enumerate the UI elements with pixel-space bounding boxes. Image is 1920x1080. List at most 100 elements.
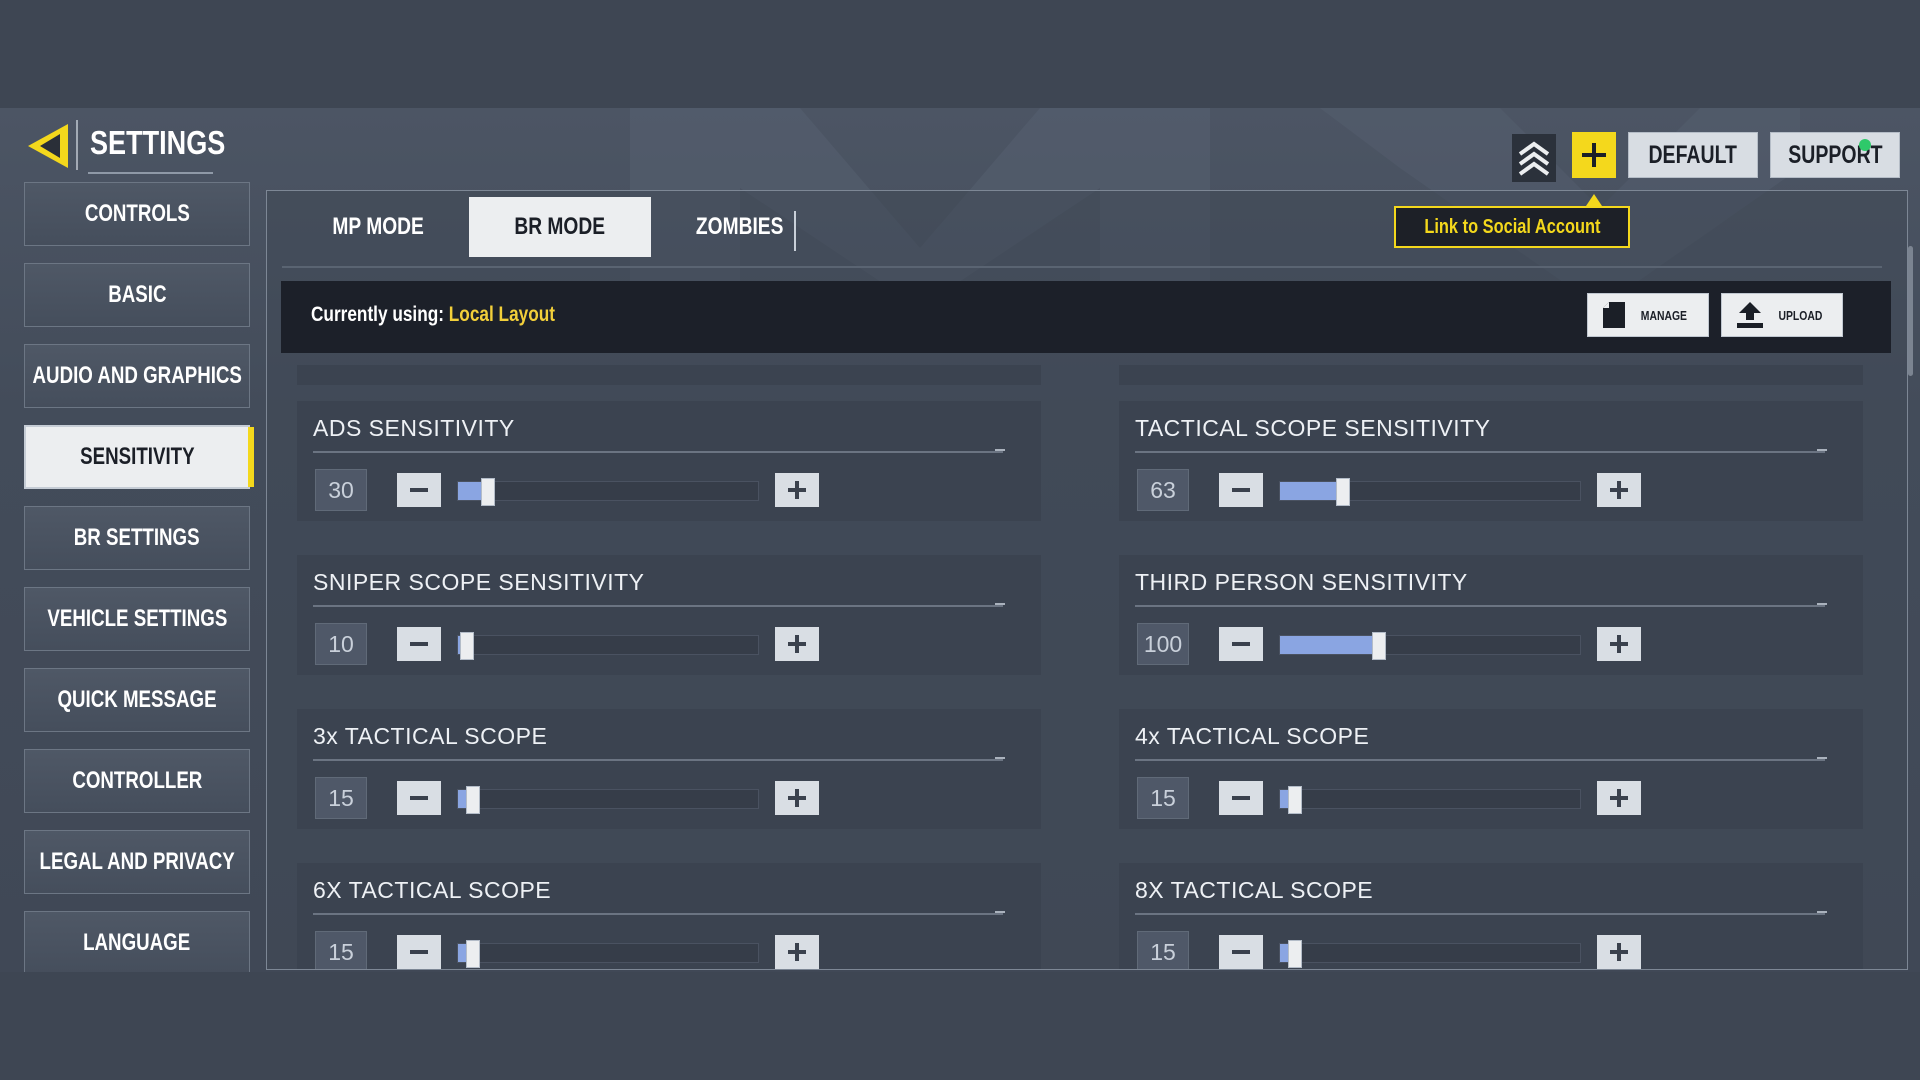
increase-button[interactable] <box>775 627 819 661</box>
setting-divider <box>1135 913 1825 915</box>
increase-button[interactable] <box>775 473 819 507</box>
setting-card-third-person-sensitivity: THIRD PERSON SENSITIVITY 100 <box>1119 555 1863 675</box>
setting-card-3x-tactical-scope: 3x TACTICAL SCOPE 15 <box>297 709 1041 829</box>
setting-divider-end <box>1817 911 1827 913</box>
sidebar-item-label: QUICK MESSAGE <box>57 686 217 713</box>
sidebar-item-controls[interactable]: CONTROLS <box>24 182 250 246</box>
sidebar-item-label: CONTROLS <box>84 200 190 227</box>
setting-title: 3x TACTICAL SCOPE <box>313 723 548 749</box>
plus-icon <box>1610 789 1628 807</box>
sidebar-item-label: VEHICLE SETTINGS <box>47 605 227 632</box>
sidebar-item-br-settings[interactable]: BR SETTINGS <box>24 506 250 570</box>
default-button-label: DEFAULT <box>1648 140 1738 169</box>
game-frame: SETTINGS CONTROLS BASIC AUDIO AND GRAPHICS… <box>0 108 1920 972</box>
setting-card-6x-tactical-scope: 6X TACTICAL SCOPE 15 <box>297 863 1041 969</box>
sidebar-item-quick-message[interactable]: QUICK MESSAGE <box>24 668 250 732</box>
setting-divider-end <box>1817 757 1827 759</box>
plus-icon <box>788 789 806 807</box>
setting-value-input[interactable]: 100 <box>1137 623 1189 665</box>
slider-fill <box>1280 482 1343 500</box>
increase-button[interactable] <box>775 781 819 815</box>
setting-value-input[interactable]: 30 <box>315 469 367 511</box>
sidebar-item-language[interactable]: LANGUAGE <box>24 911 250 972</box>
layout-bar: Currently using: Local Layout MANAGE UPL… <box>281 281 1891 353</box>
decrease-button[interactable] <box>397 627 441 661</box>
slider-thumb[interactable] <box>1288 786 1302 814</box>
setting-card-partial <box>1119 365 1863 385</box>
link-account-plus-button[interactable] <box>1572 132 1616 178</box>
decrease-button[interactable] <box>1219 781 1263 815</box>
setting-value-input[interactable]: 15 <box>315 931 367 969</box>
sensitivity-slider[interactable] <box>1279 786 1581 814</box>
slider-thumb[interactable] <box>466 940 480 968</box>
slider-thumb[interactable] <box>460 632 474 660</box>
tab-label: BR MODE <box>514 213 606 240</box>
upload-button[interactable]: UPLOAD <box>1721 293 1843 337</box>
slider-thumb[interactable] <box>1336 478 1350 506</box>
sensitivity-slider[interactable] <box>457 940 759 968</box>
setting-value-input[interactable]: 10 <box>315 623 367 665</box>
decrease-button[interactable] <box>397 935 441 969</box>
setting-divider-end <box>995 911 1005 913</box>
support-button[interactable]: SUPPORT <box>1770 132 1900 178</box>
sidebar-item-sensitivity[interactable]: SENSITIVITY <box>24 425 254 489</box>
sensitivity-slider[interactable] <box>1279 632 1581 660</box>
setting-value-input[interactable]: 15 <box>1137 777 1189 819</box>
setting-divider-end <box>1817 449 1827 451</box>
setting-divider <box>313 913 1003 915</box>
setting-title: ADS SENSITIVITY <box>313 415 515 441</box>
slider-thumb[interactable] <box>1288 940 1302 968</box>
currently-using-text: Currently using: Local Layout <box>311 303 555 327</box>
slider-thumb[interactable] <box>466 786 480 814</box>
manage-button[interactable]: MANAGE <box>1587 293 1709 337</box>
sensitivity-slider[interactable] <box>457 478 759 506</box>
tab-br-mode[interactable]: BR MODE <box>469 197 651 257</box>
sidebar-item-basic[interactable]: BASIC <box>24 263 250 327</box>
increase-button[interactable] <box>1597 473 1641 507</box>
sidebar-item-controller[interactable]: CONTROLLER <box>24 749 250 813</box>
document-icon <box>1603 302 1626 328</box>
decrease-button[interactable] <box>1219 627 1263 661</box>
setting-title: 8X TACTICAL SCOPE <box>1135 877 1374 903</box>
mode-tabs: MP MODE BR MODE ZOMBIES <box>287 197 828 257</box>
minus-icon <box>1232 950 1250 954</box>
decrease-button[interactable] <box>397 473 441 507</box>
setting-value-input[interactable]: 15 <box>315 777 367 819</box>
sidebar-item-audio-graphics[interactable]: AUDIO AND GRAPHICS <box>24 344 250 408</box>
back-arrow-icon[interactable] <box>22 118 78 174</box>
slider-thumb[interactable] <box>481 478 495 506</box>
sidebar-item-label: LEGAL AND PRIVACY <box>39 848 235 875</box>
sensitivity-slider[interactable] <box>1279 940 1581 968</box>
plus-icon <box>788 481 806 499</box>
upload-icon <box>1736 302 1763 328</box>
setting-card-tactical-scope-sensitivity: TACTICAL SCOPE SENSITIVITY 63 <box>1119 401 1863 521</box>
sidebar-item-vehicle-settings[interactable]: VEHICLE SETTINGS <box>24 587 250 651</box>
scrollbar[interactable] <box>1908 246 1913 376</box>
setting-card-8x-tactical-scope: 8X TACTICAL SCOPE 15 <box>1119 863 1863 969</box>
setting-card-ads-sensitivity: ADS SENSITIVITY 30 <box>297 401 1041 521</box>
increase-button[interactable] <box>1597 627 1641 661</box>
sensitivity-slider[interactable] <box>457 786 759 814</box>
decrease-button[interactable] <box>397 781 441 815</box>
manage-button-label: MANAGE <box>1640 307 1688 323</box>
minus-icon <box>410 796 428 800</box>
tab-zombies[interactable]: ZOMBIES <box>651 197 828 257</box>
minus-icon <box>410 488 428 492</box>
setting-value-input[interactable]: 15 <box>1137 931 1189 969</box>
rank-chevron-icon[interactable] <box>1512 134 1556 182</box>
sidebar-item-label: CONTROLLER <box>72 767 202 794</box>
sensitivity-slider[interactable] <box>457 632 759 660</box>
sidebar-item-label: SENSITIVITY <box>79 443 195 470</box>
tab-mp-mode[interactable]: MP MODE <box>287 197 469 257</box>
increase-button[interactable] <box>1597 935 1641 969</box>
setting-value-input[interactable]: 63 <box>1137 469 1189 511</box>
decrease-button[interactable] <box>1219 935 1263 969</box>
setting-card-sniper-scope-sensitivity: SNIPER SCOPE SENSITIVITY 10 <box>297 555 1041 675</box>
increase-button[interactable] <box>775 935 819 969</box>
increase-button[interactable] <box>1597 781 1641 815</box>
decrease-button[interactable] <box>1219 473 1263 507</box>
default-button[interactable]: DEFAULT <box>1628 132 1758 178</box>
sensitivity-slider[interactable] <box>1279 478 1581 506</box>
slider-thumb[interactable] <box>1372 632 1386 660</box>
sidebar-item-legal-privacy[interactable]: LEGAL AND PRIVACY <box>24 830 250 894</box>
